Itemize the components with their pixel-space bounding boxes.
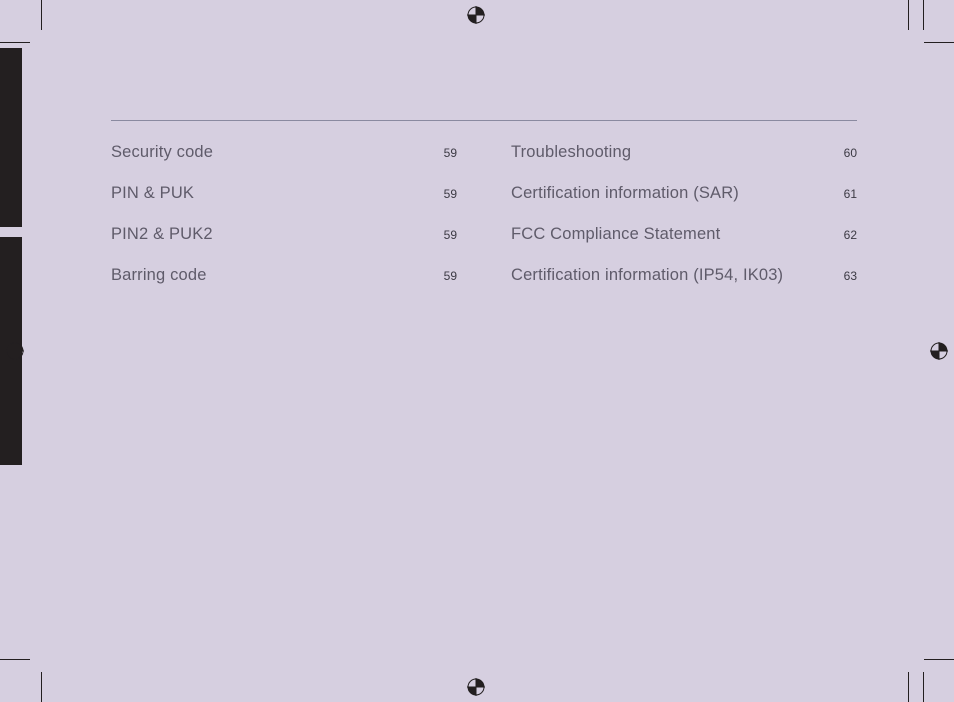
toc-entry-label: Barring code <box>111 266 207 285</box>
toc-left-column: Security code 59 PIN & PUK 59 PIN2 & PUK… <box>111 143 457 307</box>
toc-entry-label: FCC Compliance Statement <box>511 225 720 244</box>
toc-entry-page: 62 <box>844 228 857 242</box>
toc-columns: Security code 59 PIN & PUK 59 PIN2 & PUK… <box>111 143 857 307</box>
side-tab <box>0 48 22 227</box>
registration-mark-icon <box>930 342 948 360</box>
crop-mark <box>41 0 42 30</box>
crop-mark <box>908 672 909 702</box>
toc-right-column: Troubleshooting 60 Certification informa… <box>511 143 857 307</box>
toc-entry: PIN2 & PUK2 59 <box>111 225 457 266</box>
crop-mark <box>923 0 924 30</box>
toc-entry-label: Troubleshooting <box>511 143 631 162</box>
toc-entry-page: 59 <box>444 187 457 201</box>
registration-mark-icon <box>6 342 24 360</box>
crop-mark <box>923 672 924 702</box>
toc-entry-label: PIN2 & PUK2 <box>111 225 213 244</box>
crop-mark <box>908 0 909 30</box>
toc-entry: PIN & PUK 59 <box>111 184 457 225</box>
toc-entry-label: Certification information (IP54, IK03) <box>511 266 783 285</box>
toc-entry: Certification information (IP54, IK03) 6… <box>511 266 857 307</box>
toc-entry: Security code 59 <box>111 143 457 184</box>
toc-entry-label: PIN & PUK <box>111 184 194 203</box>
toc-entry-page: 59 <box>444 146 457 160</box>
toc-entry: Certification information (SAR) 61 <box>511 184 857 225</box>
registration-mark-icon <box>467 678 485 696</box>
toc-entry-page: 60 <box>844 146 857 160</box>
crop-mark <box>41 672 42 702</box>
registration-mark-icon <box>467 6 485 24</box>
toc-entry: Barring code 59 <box>111 266 457 307</box>
horizontal-rule <box>111 120 857 121</box>
toc-entry: Troubleshooting 60 <box>511 143 857 184</box>
toc-entry: FCC Compliance Statement 62 <box>511 225 857 266</box>
crop-mark <box>0 659 30 660</box>
crop-mark <box>924 42 954 43</box>
crop-mark <box>924 659 954 660</box>
toc-entry-label: Certification information (SAR) <box>511 184 739 203</box>
toc-entry-page: 59 <box>444 228 457 242</box>
toc-entry-page: 63 <box>844 269 857 283</box>
page-content: Security code 59 PIN & PUK 59 PIN2 & PUK… <box>111 120 857 307</box>
toc-entry-label: Security code <box>111 143 213 162</box>
toc-entry-page: 61 <box>844 187 857 201</box>
crop-mark <box>0 42 30 43</box>
toc-entry-page: 59 <box>444 269 457 283</box>
